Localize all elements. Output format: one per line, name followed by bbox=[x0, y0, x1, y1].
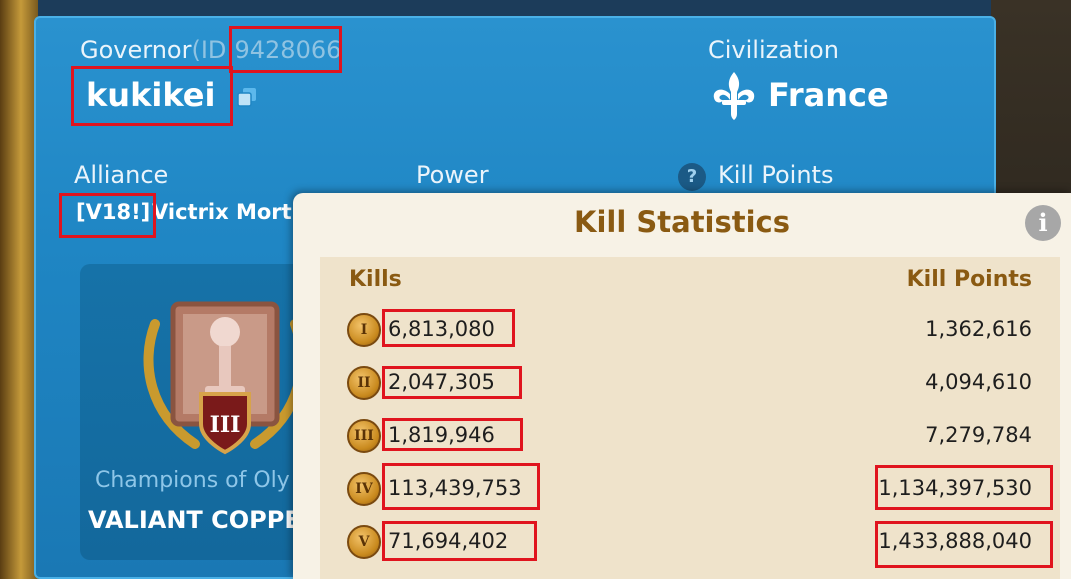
fleur-de-lis-icon bbox=[713, 72, 755, 120]
tier-medal-icon: IV bbox=[347, 472, 381, 506]
kill-points-value: 4,094,610 bbox=[925, 370, 1032, 394]
help-icon[interactable]: ? bbox=[678, 163, 706, 191]
kill-statistics-popup: Kill Statistics i Kills Kill Points I 6,… bbox=[293, 193, 1071, 579]
kills-value: 71,694,402 bbox=[388, 529, 509, 553]
governor-name: kukikei bbox=[86, 76, 216, 114]
table-row: IV 113,439,753 1,134,397,530 bbox=[320, 462, 1060, 515]
table-row: I 6,813,080 1,362,616 bbox=[320, 303, 1060, 356]
kill-stats-table: Kills Kill Points I 6,813,080 1,362,616 … bbox=[320, 257, 1060, 579]
honor-title: Champions of Oly bbox=[95, 468, 290, 493]
civilization-label: Civilization bbox=[708, 36, 839, 64]
column-header-kill-points: Kill Points bbox=[906, 267, 1032, 292]
copy-icon[interactable] bbox=[236, 86, 258, 108]
kill-points-value: 1,134,397,530 bbox=[878, 476, 1032, 500]
pawn-trophy-icon: III bbox=[143, 301, 307, 455]
alliance-label: Alliance bbox=[74, 161, 169, 189]
kills-value: 2,047,305 bbox=[388, 370, 495, 394]
kill-points-label: Kill Points bbox=[718, 161, 834, 189]
info-icon[interactable]: i bbox=[1025, 205, 1061, 241]
power-label: Power bbox=[416, 161, 489, 189]
tier-medal-icon: II bbox=[347, 366, 381, 400]
alliance-name[interactable]: Victrix Morti bbox=[152, 200, 299, 224]
table-row: II 2,047,305 4,094,610 bbox=[320, 356, 1060, 409]
popup-title: Kill Statistics bbox=[573, 205, 791, 239]
column-header-kills: Kills bbox=[349, 267, 402, 292]
kill-points-value: 7,279,784 bbox=[925, 423, 1032, 447]
honor-rank: VALIANT COPPE bbox=[88, 506, 301, 534]
kill-points-value: 1,433,888,040 bbox=[878, 529, 1032, 553]
tier-medal-icon: I bbox=[347, 313, 381, 347]
civilization-name: France bbox=[768, 76, 889, 114]
governor-id-prefix: (ID: bbox=[191, 36, 235, 64]
tier-medal-icon: V bbox=[347, 525, 381, 559]
alliance-tag: [V18!] bbox=[76, 200, 151, 224]
table-row: V 71,694,402 1,433,888,040 bbox=[320, 515, 1060, 568]
governor-id: 9428066 bbox=[234, 36, 342, 64]
governor-label: Governor(ID:9428066 bbox=[80, 36, 341, 64]
left-frame-decoration bbox=[0, 0, 38, 579]
governor-label-text: Governor bbox=[80, 36, 192, 64]
table-row: III 1,819,946 7,279,784 bbox=[320, 409, 1060, 462]
kills-value: 113,439,753 bbox=[388, 476, 522, 500]
kills-value: 1,819,946 bbox=[388, 423, 495, 447]
honor-tier: III bbox=[210, 412, 241, 438]
kills-value: 6,813,080 bbox=[388, 317, 495, 341]
tier-medal-icon: III bbox=[347, 419, 381, 453]
kill-points-value: 1,362,616 bbox=[925, 317, 1032, 341]
